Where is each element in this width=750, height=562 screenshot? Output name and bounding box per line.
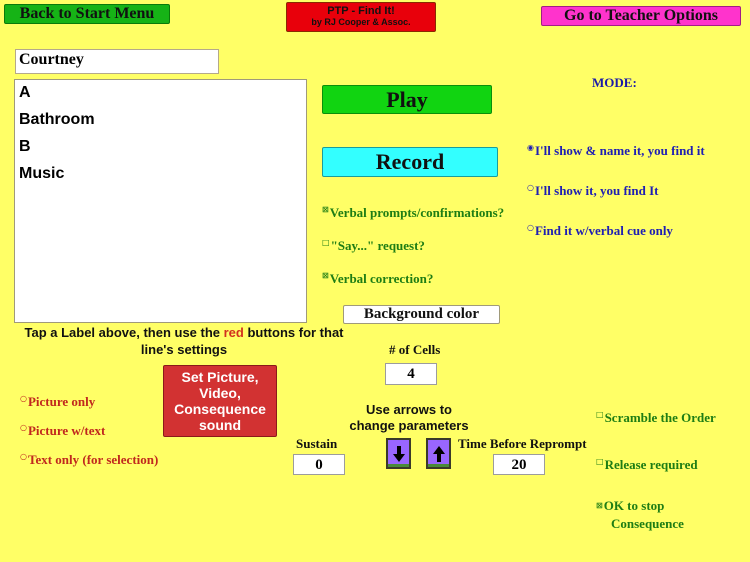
other-option-label: Release required	[604, 457, 698, 472]
instructions-part: Tap a Label above, then use the	[24, 325, 224, 340]
verbal-option-label: "Say..." request?	[330, 238, 425, 253]
mode-option-verbal-cue[interactable]: ○Find it w/verbal cue only	[527, 223, 673, 239]
say-request-checkbox[interactable]: □"Say..." request?	[322, 238, 425, 254]
increase-arrow-button[interactable]	[426, 438, 451, 469]
list-item[interactable]: A	[15, 82, 306, 109]
radio-selected-icon: ◉	[527, 143, 534, 152]
play-button[interactable]: Play	[322, 85, 492, 114]
mode-option-show-name-find[interactable]: ◉I'll show & name it, you find it	[527, 143, 705, 159]
arrows-hint: Use arrows to change parameters	[340, 402, 478, 434]
ok-to-stop-consequence-checkbox[interactable]: ⊠OK to stop Consequence	[596, 497, 684, 533]
verbal-option-label: Verbal prompts/confirmations?	[329, 205, 505, 220]
text-only-radio[interactable]: ○Text only (for selection)	[20, 452, 158, 468]
student-name-field[interactable]: Courtney	[15, 49, 219, 74]
record-button[interactable]: Record	[322, 147, 498, 177]
go-to-teacher-options-button[interactable]: Go to Teacher Options	[541, 6, 741, 26]
verbal-prompts-checkbox[interactable]: ⊠Verbal prompts/confirmations?	[322, 205, 504, 221]
arrows-hint-line: Use arrows to	[366, 402, 452, 417]
background-color-button[interactable]: Background color	[343, 305, 500, 324]
checkbox-checked-icon: ⊠	[596, 501, 603, 510]
button-line: Set Picture,	[181, 369, 259, 385]
list-item[interactable]: B	[15, 136, 306, 163]
mode-option-label: Find it w/verbal cue only	[534, 223, 673, 238]
button-line: Video,	[199, 385, 241, 401]
app-subtitle: by RJ Cooper & Assoc.	[311, 17, 411, 27]
display-option-label: Picture w/text	[27, 423, 106, 438]
mode-option-label: I'll show & name it, you find it	[534, 143, 705, 158]
cells-value-field[interactable]: 4	[385, 363, 437, 385]
list-item[interactable]: Music	[15, 163, 306, 190]
button-line: sound	[199, 417, 241, 433]
label-list[interactable]: A Bathroom B Music	[14, 79, 307, 323]
checkbox-empty-icon: □	[596, 410, 604, 419]
cells-label: # of Cells	[389, 342, 441, 357]
instructions-highlight: red	[223, 325, 244, 340]
display-option-label: Text only (for selection)	[27, 452, 159, 467]
back-to-start-menu-button[interactable]: Back to Start Menu	[4, 4, 170, 24]
radio-empty-icon: ○	[20, 394, 27, 403]
app-title: PTP - Find It!	[327, 5, 395, 17]
radio-empty-icon: ○	[527, 223, 534, 232]
checkbox-checked-icon: ⊠	[322, 205, 329, 214]
app-title-banner: PTP - Find It! by RJ Cooper & Assoc.	[286, 2, 436, 32]
radio-empty-icon: ○	[20, 452, 27, 461]
set-picture-video-sound-button[interactable]: Set Picture, Video, Consequence sound	[163, 365, 277, 437]
radio-empty-icon: ○	[20, 423, 27, 432]
instructions-text: Tap a Label above, then use the red butt…	[14, 324, 354, 358]
sustain-label: Sustain	[296, 436, 338, 451]
other-option-label: OK to stop	[603, 498, 665, 513]
checkbox-checked-icon: ⊠	[322, 271, 329, 280]
display-option-label: Picture only	[27, 394, 96, 409]
checkbox-empty-icon: □	[596, 457, 604, 466]
verbal-correction-checkbox[interactable]: ⊠Verbal correction?	[322, 271, 433, 287]
picture-only-radio[interactable]: ○Picture only	[20, 394, 95, 410]
mode-option-label: I'll show it, you find It	[534, 183, 659, 198]
arrow-down-icon	[392, 445, 405, 462]
list-item[interactable]: Bathroom	[15, 109, 306, 136]
other-option-label-cont: Consequence	[611, 516, 684, 531]
scramble-order-checkbox[interactable]: □Scramble the Order	[596, 410, 716, 426]
decrease-arrow-button[interactable]	[386, 438, 411, 469]
arrow-up-icon	[432, 445, 445, 462]
reprompt-time-value-field[interactable]: 20	[493, 454, 545, 475]
button-line: Consequence	[174, 401, 266, 417]
reprompt-time-label: Time Before Reprompt	[458, 436, 587, 451]
sustain-value-field[interactable]: 0	[293, 454, 345, 475]
mode-option-show-find[interactable]: ○I'll show it, you find It	[527, 183, 659, 199]
other-option-label: Scramble the Order	[604, 410, 716, 425]
radio-empty-icon: ○	[527, 183, 534, 192]
mode-heading: MODE:	[592, 75, 637, 90]
verbal-option-label: Verbal correction?	[329, 271, 434, 286]
checkbox-empty-icon: □	[322, 238, 330, 247]
arrows-hint-line: change parameters	[349, 418, 469, 433]
release-required-checkbox[interactable]: □Release required	[596, 457, 698, 473]
picture-with-text-radio[interactable]: ○Picture w/text	[20, 423, 105, 439]
